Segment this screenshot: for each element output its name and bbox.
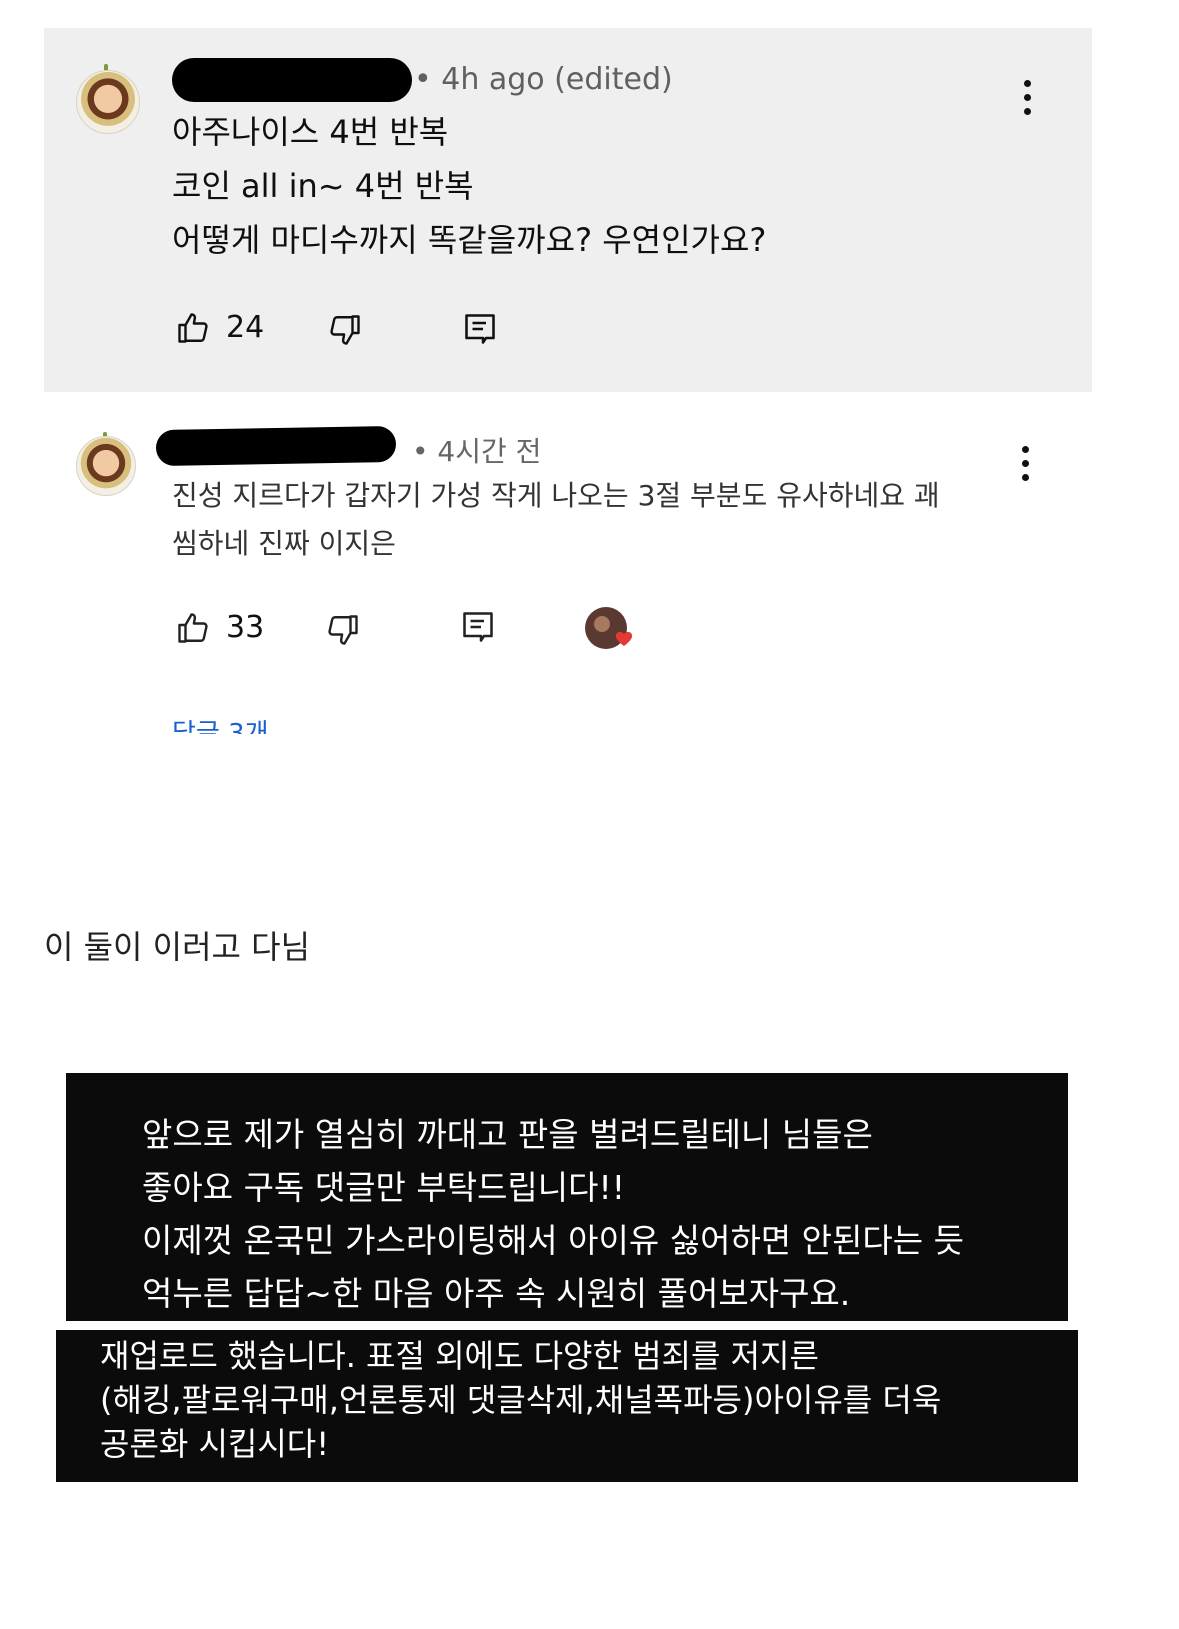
thumbs-down-icon	[330, 315, 360, 345]
avatar[interactable]	[76, 70, 140, 134]
like-button[interactable]	[174, 610, 212, 646]
caption-text: 이 둘이 이러고 다님	[44, 928, 311, 966]
thumbs-up-icon	[178, 313, 208, 343]
dislike-button[interactable]	[324, 612, 362, 648]
notice-line: 이제껏 온국민 가스라이팅해서 아이유 싫어하면 안된다는 듯	[142, 1221, 964, 1260]
comment-meta: • 4시간 전	[412, 435, 542, 468]
more-options-icon[interactable]	[1022, 446, 1030, 488]
avatar[interactable]	[76, 436, 136, 496]
notice-line: 재업로드 했습니다. 표절 외에도 다양한 범죄를 저지른	[100, 1337, 819, 1375]
comment-text-line: 진성 지르다가 갑자기 가성 작게 나오는 3절 부분도 유사하네요 괘	[172, 479, 940, 512]
redacted-username	[155, 425, 397, 467]
creator-heart-badge	[584, 604, 644, 656]
notice-line: 좋아요 구독 댓글만 부탁드립니다!!	[142, 1168, 625, 1207]
notice-1-text: 앞으로 제가 열심히 까대고 판을 벌려드릴테니 님들은 좋아요 구독 댓글만 …	[142, 1108, 964, 1320]
comment-text-line: 씸하네 진짜 이지은	[172, 527, 396, 560]
comment-text-line: 어떻게 마디수까지 똑같을까요? 우연인가요?	[172, 221, 767, 259]
like-count: 24	[226, 310, 265, 345]
redacted-username	[172, 58, 412, 102]
notice-line: 공론화 시킵시다!	[100, 1425, 330, 1463]
notice-2-text: 재업로드 했습니다. 표절 외에도 다양한 범죄를 저지른 (해킹,팔로워구매,…	[100, 1334, 941, 1466]
dislike-button[interactable]	[326, 312, 364, 348]
notice-line: 억누른 답답~한 마음 아주 속 시원히 풀어보자구요.	[142, 1274, 851, 1313]
like-button[interactable]	[174, 310, 212, 346]
comment-text-line: 아주나이스 4번 반복	[172, 113, 449, 151]
more-options-icon[interactable]	[1024, 80, 1032, 122]
reply-button[interactable]	[460, 608, 496, 646]
notice-line: (해킹,팔로워구매,언론통제 댓글삭제,채널폭파등)아이유를 더욱	[100, 1381, 942, 1419]
view-replies-link[interactable]: 답글 3개	[172, 716, 372, 734]
thumbs-down-icon	[328, 615, 358, 645]
comment-text-line: 코인 all in~ 4번 반복	[172, 167, 474, 205]
notice-line: 앞으로 제가 열심히 까대고 판을 벌려드릴테니 님들은	[142, 1115, 873, 1154]
comment-icon	[465, 314, 495, 344]
comment-meta: • 4h ago (edited)	[414, 62, 673, 97]
reply-button[interactable]	[462, 310, 498, 348]
comment-icon	[463, 612, 493, 642]
like-count: 33	[226, 610, 265, 645]
thumbs-up-icon	[178, 613, 208, 643]
